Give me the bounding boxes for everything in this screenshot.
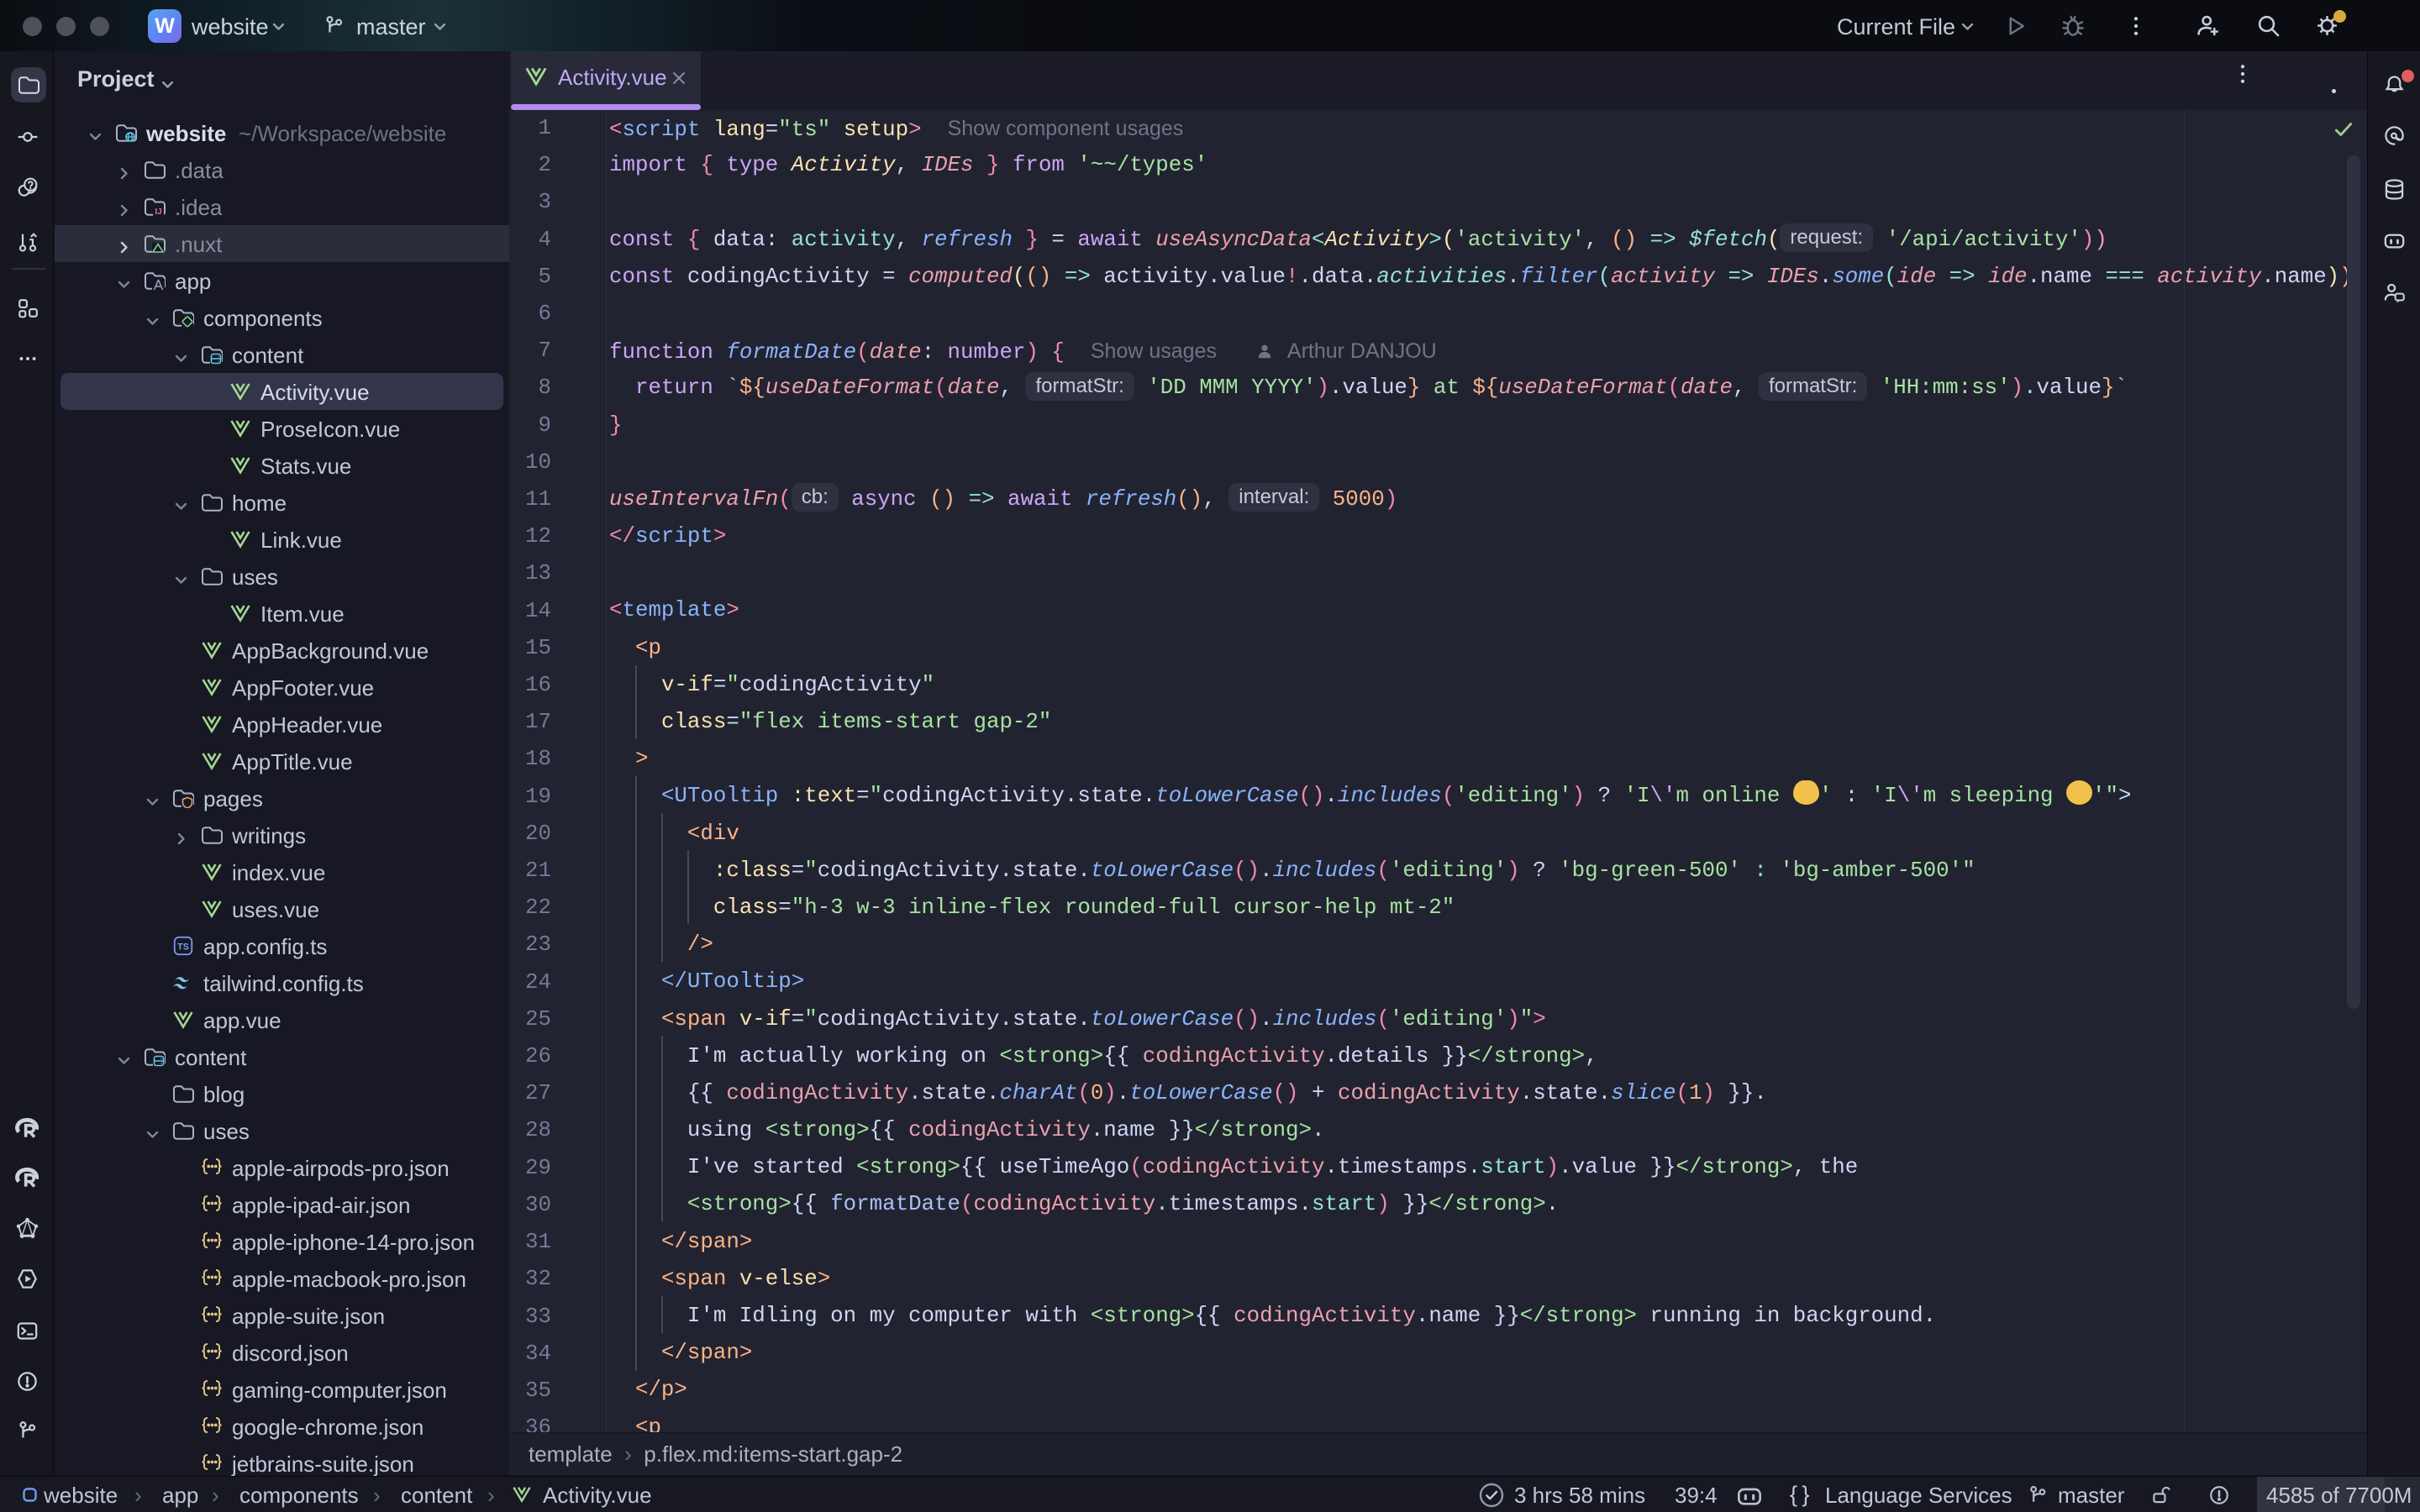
svg-text:IJ: IJ: [155, 207, 161, 217]
svg-text:TS: TS: [177, 942, 189, 953]
